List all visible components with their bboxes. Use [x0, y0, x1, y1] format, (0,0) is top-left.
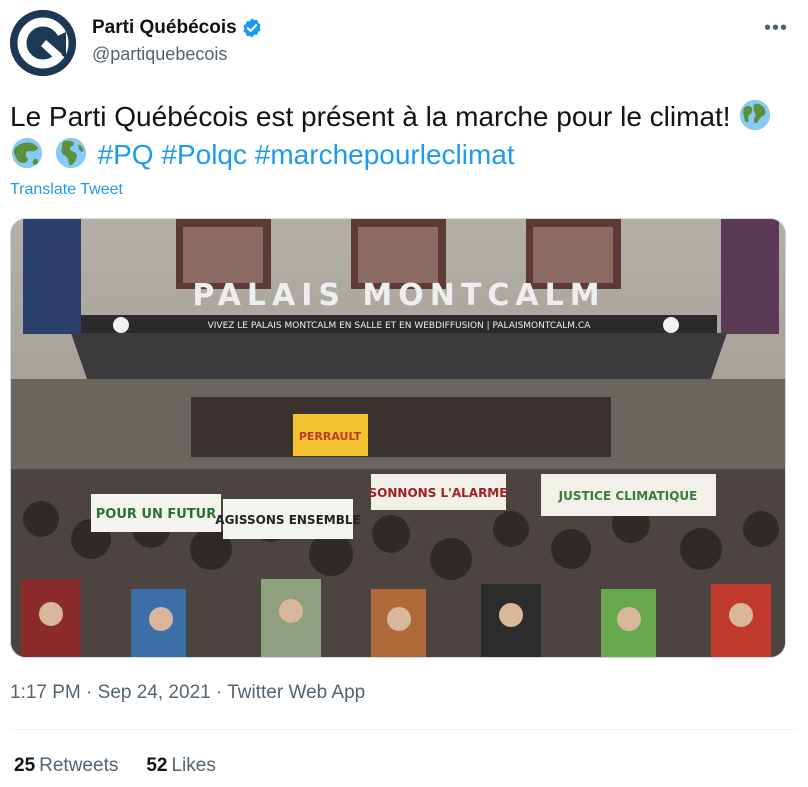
verified-badge-icon: [243, 18, 261, 38]
pq-logo-icon: [10, 10, 76, 76]
globe-americas-icon: [740, 99, 771, 131]
protest-sign-text: POUR UN FUTUR: [96, 507, 217, 522]
retweets-count: 25: [14, 755, 36, 776]
marquee-banner-text: VIVEZ LE PALAIS MONTCALM EN SALLE ET EN …: [208, 321, 592, 331]
retweets-label: Retweets: [39, 755, 119, 776]
hashtag-link[interactable]: #Polqc: [161, 139, 247, 170]
protest-sign-text: PERRAULT: [299, 430, 362, 443]
avatar[interactable]: [10, 10, 76, 76]
likes-label: Likes: [171, 755, 216, 776]
retweets-stat[interactable]: 25 Retweets: [14, 755, 118, 777]
user-handle[interactable]: @partiquebecois: [92, 44, 263, 65]
tweet-source[interactable]: Twitter Web App: [227, 682, 365, 703]
more-options-icon[interactable]: •••: [764, 18, 788, 38]
tweet-sentence: Le Parti Québécois est présent à la marc…: [10, 101, 731, 132]
protest-sign-text: AGISSONS ENSEMBLE: [215, 513, 360, 527]
protest-photo-image: PALAIS MONTCALM VIVEZ LE PALAIS MONTCALM…: [11, 219, 785, 657]
building-sign-text: PALAIS MONTCALM: [192, 278, 605, 313]
display-name[interactable]: Parti Québécois: [92, 17, 237, 39]
tweet-text: Le Parti Québécois est présent à la marc…: [10, 98, 790, 174]
tweet-photo[interactable]: PALAIS MONTCALM VIVEZ LE PALAIS MONTCALM…: [10, 218, 786, 658]
globe-europe-africa-icon: [55, 137, 86, 169]
hashtag-link[interactable]: #marchepourleclimat: [255, 139, 515, 170]
protest-sign-text: SONNONS L'ALARME: [369, 486, 508, 500]
hashtag-link[interactable]: #PQ: [98, 139, 154, 170]
tweet-metadata: 1:17 PM · Sep 24, 2021 · Twitter Web App: [10, 682, 365, 704]
tweet-header: Parti Québécois @partiquebecois •••: [10, 10, 798, 76]
divider: [10, 729, 798, 730]
translate-tweet-link[interactable]: Translate Tweet: [10, 181, 123, 199]
meta-separator: ·: [215, 682, 223, 703]
globe-asia-icon: [11, 137, 43, 169]
meta-separator: ·: [86, 682, 93, 703]
tweet-time[interactable]: 1:17 PM: [10, 682, 81, 703]
tweet-date[interactable]: Sep 24, 2021: [98, 682, 211, 703]
likes-count: 52: [146, 755, 168, 776]
protest-sign-text: JUSTICE CLIMATIQUE: [558, 489, 698, 503]
engagement-stats: 25 Retweets 52 Likes: [14, 755, 216, 777]
likes-stat[interactable]: 52 Likes: [146, 755, 216, 777]
